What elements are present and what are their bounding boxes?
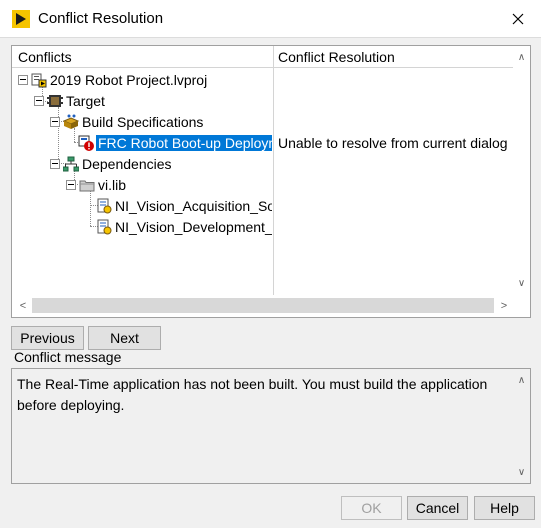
horizontal-scroll-thumb[interactable] [32,298,494,313]
target-icon [47,94,63,107]
tree-label-ni-vision-acquisition: NI_Vision_Acquisition_Software.lvlib [115,197,272,214]
collapse-toggle[interactable] [50,158,60,169]
vertical-scrollbar[interactable]: ∧ ∨ [513,46,530,295]
tree-row-frc-robot-boot-up-deployment[interactable]: FRC Robot Boot-up Deployment [78,132,272,153]
window-title: Conflict Resolution [38,10,164,27]
close-button[interactable] [495,0,541,38]
tree-label-frc-robot-boot-up-deployment: FRC Robot Boot-up Deployment [96,134,272,151]
folder-icon [79,180,95,191]
collapse-toggle[interactable] [34,95,44,106]
next-button[interactable]: Next [88,326,161,350]
message-vertical-scrollbar[interactable]: ∧ ∨ [513,369,530,483]
conflict-message-label: Conflict message [14,349,122,365]
tree-row-ni-vision-acquisition[interactable]: NI_Vision_Acquisition_Software.lvlib [96,195,272,216]
column-header-conflicts[interactable]: Conflicts [18,49,72,65]
tree-row-project[interactable]: 2019 Robot Project.lvproj [18,69,207,90]
close-icon [512,13,524,25]
ok-button[interactable]: OK [341,496,402,520]
message-scroll-up-arrow-icon[interactable]: ∧ [513,372,530,389]
tree-label-dependencies: Dependencies [82,155,172,172]
title-bar: Conflict Resolution [0,0,541,38]
tree-row-vi-lib[interactable]: vi.lib [66,174,126,195]
collapse-toggle[interactable] [66,179,76,190]
tree-row-target[interactable]: Target [34,90,105,111]
lvproj-icon [31,73,47,87]
resolution-text: Unable to resolve from current dialog [278,134,508,151]
library-icon [97,219,112,234]
scroll-down-arrow-icon[interactable]: ∨ [513,275,530,292]
conflict-message-text: The Real-Time application has not been b… [17,376,488,413]
conflict-message-box[interactable]: The Real-Time application has not been b… [11,368,531,484]
scroll-right-arrow-icon[interactable]: > [496,297,512,314]
column-header-conflict-resolution[interactable]: Conflict Resolution [278,49,395,65]
tree-label-project: 2019 Robot Project.lvproj [50,71,208,88]
library-icon [97,198,112,213]
tree-label-target: Target [66,92,105,109]
tree-label-vi-lib: vi.lib [98,176,127,193]
tree-row-dependencies[interactable]: Dependencies [50,153,172,174]
tree-row-ni-vision-development[interactable]: NI_Vision_Development_Module.lvlib [96,216,272,237]
cancel-button[interactable]: Cancel [407,496,468,520]
column-divider[interactable] [273,46,274,295]
column-headers: Conflicts Conflict Resolution [12,46,514,68]
resolution-cell: Unable to resolve from current dialog [278,132,514,153]
dependencies-icon [63,156,79,171]
tree-label-ni-vision-development: NI_Vision_Development_Module.lvlib [115,218,272,235]
labview-app-icon [12,10,30,28]
build-spec-error-icon [78,135,94,151]
previous-button[interactable]: Previous [11,326,84,350]
tree-label-build-specifications: Build Specifications [82,113,204,130]
collapse-toggle[interactable] [18,74,28,85]
message-scroll-down-arrow-icon[interactable]: ∨ [513,464,530,481]
horizontal-scrollbar[interactable]: < > [12,295,530,317]
collapse-toggle[interactable] [50,116,60,127]
build-specifications-icon [63,114,79,129]
scroll-up-arrow-icon[interactable]: ∧ [513,49,530,66]
scroll-left-arrow-icon[interactable]: < [15,297,31,314]
help-button[interactable]: Help [474,496,535,520]
conflicts-table[interactable]: Conflicts Conflict Resolution 2019 Robot… [11,45,531,318]
tree-row-build-specifications[interactable]: Build Specifications [50,111,203,132]
